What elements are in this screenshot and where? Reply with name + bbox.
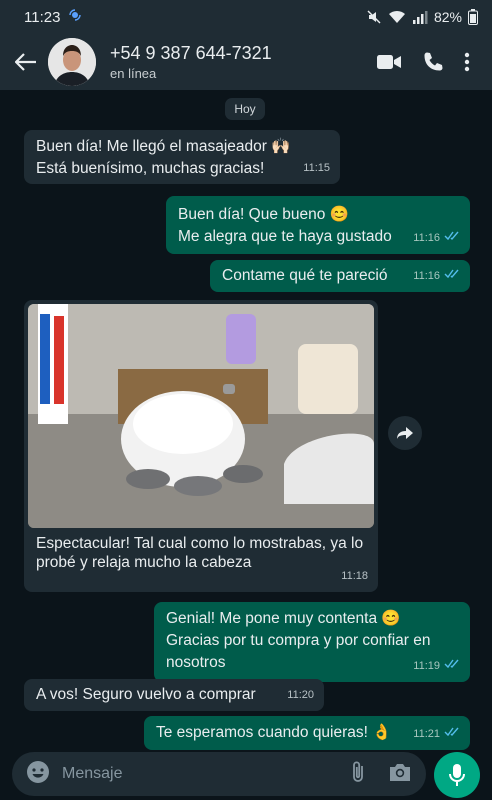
message-time: 11:15: [303, 162, 330, 174]
wifi-icon: [388, 10, 406, 24]
emoji-icon[interactable]: [26, 760, 50, 789]
video-call-icon[interactable]: [376, 53, 402, 71]
back-arrow-icon[interactable]: [6, 34, 46, 90]
message-outgoing[interactable]: Buen día! Que bueno 😊 Me alegra que te h…: [166, 196, 470, 254]
voice-call-icon[interactable]: [422, 51, 444, 73]
contact-info[interactable]: +54 9 387 644-7321 en línea: [110, 43, 272, 81]
message-time: 11:16: [413, 232, 440, 244]
status-time: 11:23: [24, 8, 61, 26]
message-line: Genial! Me pone muy contenta 😊: [166, 610, 401, 627]
chat-area[interactable]: Hoy Buen día! Me llegó el masajeador 🙌🏻 …: [0, 90, 492, 750]
sync-icon: [68, 8, 82, 26]
camera-icon[interactable]: [388, 762, 412, 787]
message-incoming-image[interactable]: Espectacular! Tal cual como lo mostrabas…: [24, 300, 378, 592]
more-options-icon[interactable]: [464, 52, 470, 72]
message-outgoing[interactable]: Contame qué te pareció 11:16: [210, 260, 470, 292]
chat-header: +54 9 387 644-7321 en línea: [0, 34, 492, 90]
message-caption: Espectacular! Tal cual como lo mostrabas…: [36, 535, 364, 571]
forward-icon[interactable]: [388, 416, 422, 450]
signal-icon: [412, 10, 428, 24]
message-outgoing[interactable]: Genial! Me pone muy contenta 😊 Gracias p…: [154, 602, 470, 682]
message-time: 11:21: [413, 728, 440, 740]
message-photo[interactable]: [28, 304, 374, 528]
message-input[interactable]: [62, 765, 312, 783]
message-line: Buen día! Que bueno 😊: [178, 206, 349, 223]
message-incoming[interactable]: Buen día! Me llegó el masajeador 🙌🏻 Está…: [24, 130, 340, 184]
message-time: 11:19: [413, 660, 440, 672]
message-time: 11:20: [287, 689, 314, 701]
avatar[interactable]: [48, 38, 96, 86]
mute-icon: [366, 9, 382, 25]
message-outgoing[interactable]: Te esperamos cuando quieras! 👌 11:21: [144, 716, 470, 750]
read-ticks-icon: [444, 723, 460, 745]
message-line: Buen día! Me llegó el masajeador 🙌🏻: [36, 138, 291, 155]
message-line: A vos! Seguro vuelvo a comprar: [36, 686, 256, 703]
message-incoming[interactable]: A vos! Seguro vuelvo a comprar 11:20: [24, 679, 324, 711]
message-time: 11:18: [341, 570, 368, 582]
attach-icon[interactable]: [350, 760, 366, 789]
presence-status: en línea: [110, 66, 157, 81]
message-composer: [12, 752, 426, 796]
read-ticks-icon: [444, 655, 460, 677]
status-bar: 11:23 82%: [0, 0, 492, 34]
read-ticks-icon: [444, 265, 460, 287]
read-ticks-icon: [444, 227, 460, 249]
battery-icon: [468, 9, 478, 25]
battery-percent: 82%: [433, 9, 462, 25]
message-line: Está buenísimo, muchas gracias!: [36, 160, 265, 177]
message-time: 11:16: [413, 270, 440, 282]
contact-name: +54 9 387 644-7321: [110, 43, 272, 63]
date-chip: Hoy: [225, 98, 265, 120]
microphone-icon[interactable]: [434, 752, 480, 798]
